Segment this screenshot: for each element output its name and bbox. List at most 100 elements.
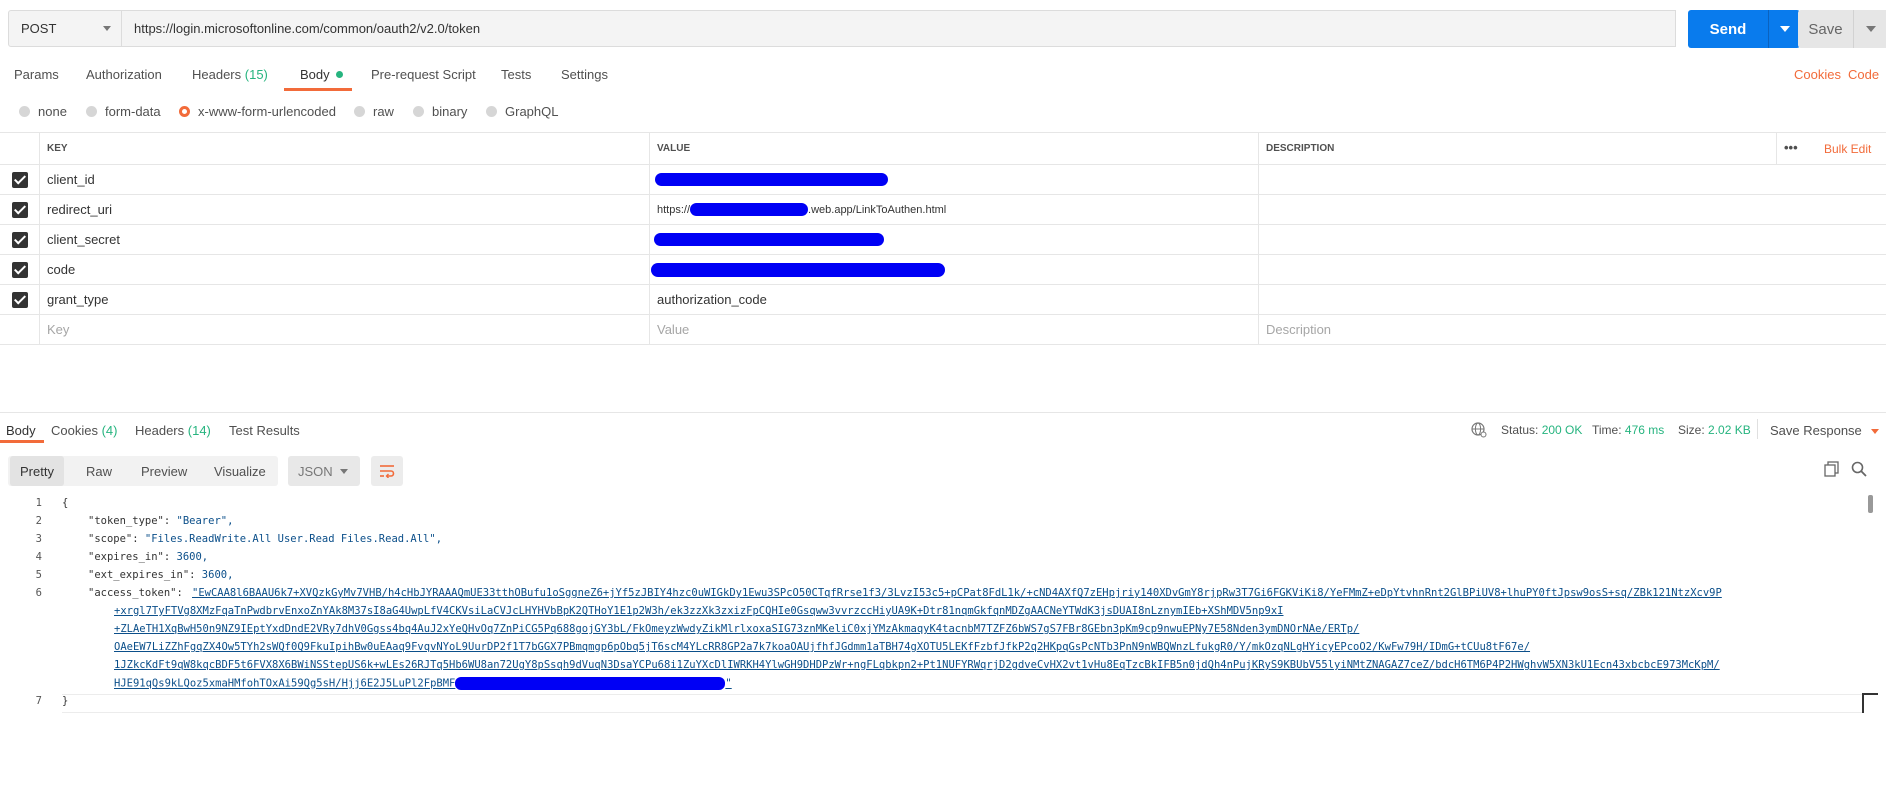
radio-label: raw xyxy=(373,104,394,119)
table-row: client_id xyxy=(0,165,1886,195)
wrap-lines-button[interactable] xyxy=(371,456,403,486)
row-checkbox[interactable] xyxy=(11,201,28,218)
json-value: 3600, xyxy=(176,551,209,563)
row-checkbox[interactable] xyxy=(11,261,28,278)
key-cell[interactable]: client_secret xyxy=(40,225,650,254)
access-token-line[interactable]: "EwCAA8l6BAAU6k7+XVQzkGyMv7VHB/h4cHbJYRA… xyxy=(192,587,1794,599)
view-preview-button[interactable]: Preview xyxy=(141,456,187,486)
radio-label: none xyxy=(38,104,67,119)
url-input[interactable]: https://login.microsoftonline.com/common… xyxy=(122,10,1676,47)
search-icon[interactable] xyxy=(1851,461,1867,477)
row-checkbox[interactable] xyxy=(11,231,28,248)
response-tab-cookies[interactable]: Cookies (4) xyxy=(51,423,117,438)
radio-label: binary xyxy=(432,104,468,119)
copy-icon[interactable] xyxy=(1824,461,1840,477)
value-suffix: .web.app/LinkToAuthen.html xyxy=(808,203,947,216)
radio-circle xyxy=(413,106,424,117)
header-checkbox-cell xyxy=(0,133,40,164)
scroll-bottom-marker[interactable] xyxy=(1862,693,1878,713)
tab-headers-label: Headers xyxy=(192,67,242,82)
value-prefix: https:// xyxy=(657,203,691,216)
radio-circle xyxy=(86,106,97,117)
tab-headers[interactable]: Headers (15) xyxy=(192,67,268,82)
view-raw-button[interactable]: Raw xyxy=(86,456,112,486)
send-options-dropdown[interactable] xyxy=(1768,10,1800,48)
access-token-line[interactable]: 1JZkcKdFt9qW8kqcBDF5t6FVX8X6BWiNSStepUS6… xyxy=(114,659,1794,671)
radio-circle xyxy=(354,106,365,117)
save-response-label: Save Response xyxy=(1770,423,1862,438)
radio-graphql[interactable]: GraphQL xyxy=(486,104,558,119)
key-cell[interactable]: redirect_uri xyxy=(40,195,650,224)
time-indicator: Time: 476 ms xyxy=(1592,423,1664,437)
view-visualize-button[interactable]: Visualize xyxy=(214,456,266,486)
response-tab-headers-count: (14) xyxy=(187,423,211,438)
new-value-input[interactable]: Value xyxy=(650,315,1259,344)
globe-icon[interactable] xyxy=(1471,422,1487,438)
tab-tests[interactable]: Tests xyxy=(501,67,531,82)
more-options-icon[interactable]: ••• xyxy=(1784,140,1798,155)
editor-scrollbar[interactable] xyxy=(1868,495,1873,513)
description-cell[interactable] xyxy=(1259,225,1886,254)
chevron-down-icon xyxy=(1871,429,1880,435)
tab-params[interactable]: Params xyxy=(14,67,59,82)
save-button[interactable]: Save xyxy=(1798,10,1853,48)
radio-form-data[interactable]: form-data xyxy=(86,104,161,119)
json-key: "scope": xyxy=(88,533,145,545)
code-link[interactable]: Code xyxy=(1848,67,1879,82)
response-tab-test-results[interactable]: Test Results xyxy=(229,423,300,438)
radio-binary[interactable]: binary xyxy=(413,104,467,119)
radio-label: x-www-form-urlencoded xyxy=(198,104,336,119)
value-cell[interactable] xyxy=(650,165,1259,194)
description-cell[interactable] xyxy=(1259,255,1886,284)
tab-authorization[interactable]: Authorization xyxy=(86,67,162,82)
json-line-scope: "scope": "Files.ReadWrite.All User.Read … xyxy=(88,533,442,545)
new-description-input[interactable]: Description xyxy=(1259,315,1886,344)
response-tab-body[interactable]: Body xyxy=(6,423,36,438)
radio-circle xyxy=(19,106,30,117)
key-cell[interactable]: code xyxy=(40,255,650,284)
row-checkbox[interactable] xyxy=(11,291,28,308)
value-cell[interactable] xyxy=(650,255,1259,284)
json-key: "ext_expires_in": xyxy=(88,569,202,581)
access-token-last-line[interactable]: HJE91qQs9kLQoz5xmaHMfohTOxAi59Qg5sH/Hjj6… xyxy=(114,677,732,690)
radio-x-www-form-urlencoded[interactable]: x-www-form-urlencoded xyxy=(179,104,336,119)
value-cell[interactable] xyxy=(650,225,1259,254)
response-tab-headers[interactable]: Headers (14) xyxy=(135,423,211,438)
view-pretty-button[interactable]: Pretty xyxy=(10,456,64,486)
json-open-brace: { xyxy=(62,497,69,509)
description-cell[interactable] xyxy=(1259,165,1886,194)
response-tab-cookies-label: Cookies xyxy=(51,423,98,438)
radio-circle-selected xyxy=(179,106,190,117)
key-cell[interactable]: client_id xyxy=(40,165,650,194)
tab-pre-request-script[interactable]: Pre-request Script xyxy=(371,67,476,82)
save-options-dropdown[interactable] xyxy=(1853,10,1886,48)
access-token-line[interactable]: OAeEW7LiZZhFgqZX4Ow5TYh2sWQf0Q9FkuIpihBw… xyxy=(114,641,1794,653)
url-text: https://login.microsoftonline.com/common… xyxy=(134,21,481,36)
radio-none[interactable]: none xyxy=(19,104,67,119)
access-token-line[interactable]: +ZLAeTH1XqBwH50n9NZ9IEptYxdDndE2VRy7dhV0… xyxy=(114,623,1794,635)
key-cell[interactable]: grant_type xyxy=(40,285,650,314)
save-response-button[interactable]: Save Response xyxy=(1770,423,1880,438)
value-cell[interactable]: authorization_code xyxy=(650,285,1259,314)
chevron-down-icon xyxy=(103,26,111,31)
json-close-brace: } xyxy=(62,695,69,707)
format-label: JSON xyxy=(298,463,333,479)
new-key-input[interactable]: Key xyxy=(40,315,650,344)
method-select[interactable]: POST xyxy=(8,10,122,47)
access-token-line[interactable]: +xrgl7TyFTVg8XMzFqaTnPwdbrvEnxoZnYAk8M37… xyxy=(114,605,1794,617)
value-cell[interactable]: https:// .web.app/LinkToAuthen.html xyxy=(650,195,1259,224)
size-value: 2.02 KB xyxy=(1708,423,1751,437)
tab-settings[interactable]: Settings xyxy=(561,67,608,82)
bulk-edit-link[interactable]: Bulk Edit xyxy=(1824,142,1871,156)
description-cell[interactable] xyxy=(1259,195,1886,224)
radio-label: form-data xyxy=(105,104,161,119)
send-button[interactable]: Send xyxy=(1688,10,1768,48)
status-value: 200 OK xyxy=(1541,423,1583,437)
format-select[interactable]: JSON xyxy=(288,456,360,486)
tab-body[interactable]: Body xyxy=(300,67,343,82)
cookies-link[interactable]: Cookies xyxy=(1794,67,1841,82)
row-checkbox[interactable] xyxy=(11,171,28,188)
radio-raw[interactable]: raw xyxy=(354,104,394,119)
description-cell[interactable] xyxy=(1259,285,1886,314)
response-tab-headers-label: Headers xyxy=(135,423,185,438)
